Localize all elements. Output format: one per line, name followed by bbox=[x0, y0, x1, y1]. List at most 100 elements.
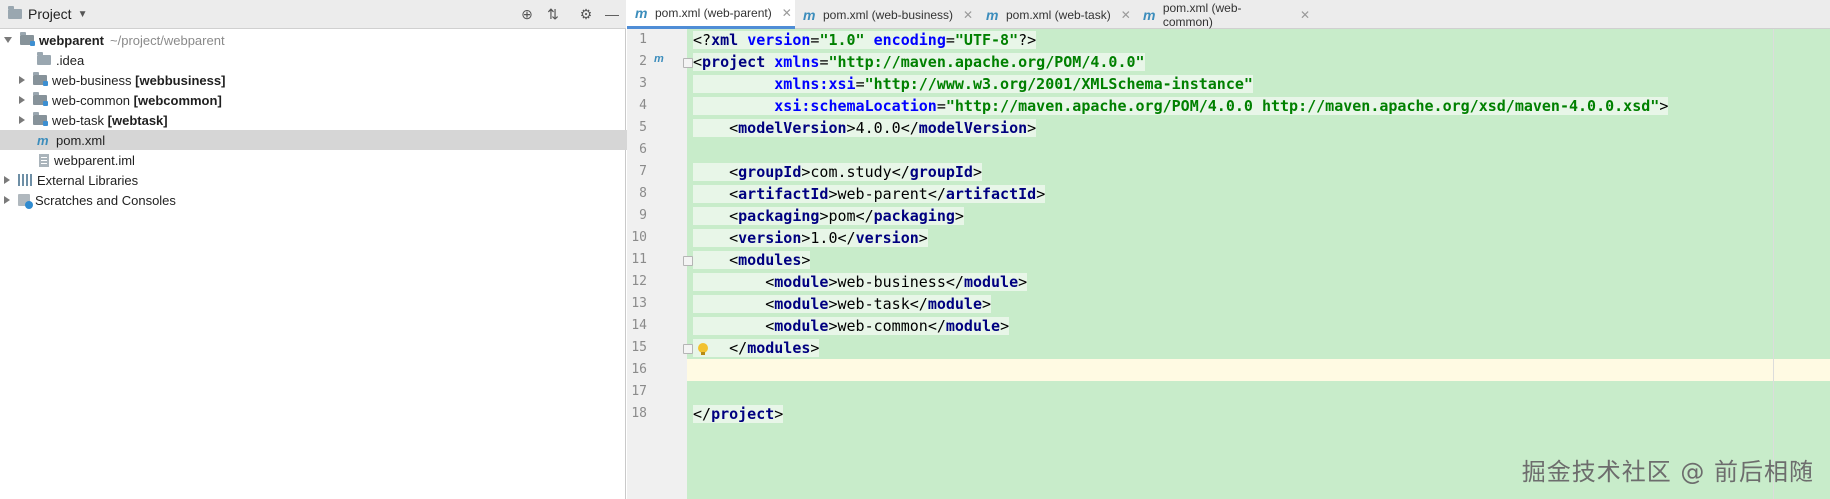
tab-pom-web-parent[interactable]: m pom.xml (web-parent) ✕ bbox=[627, 0, 795, 29]
tree-item-module: [webcommon] bbox=[133, 92, 222, 108]
locate-icon[interactable]: ⊕ bbox=[519, 6, 535, 22]
project-panel: Project ▼ ⊕ ⇅ ⚙ — webparent ~/project/we… bbox=[0, 0, 663, 499]
line-number: 16 bbox=[631, 362, 647, 377]
folder-icon bbox=[8, 6, 22, 19]
tab-label: pom.xml (web-business) bbox=[823, 7, 954, 22]
line-number: 5 bbox=[639, 120, 647, 135]
tree-item-label: .idea bbox=[56, 52, 85, 68]
collapse-all-icon[interactable]: ⇅ bbox=[545, 6, 561, 22]
tab-pom-web-common[interactable]: m pom.xml (web-common) ✕ bbox=[1135, 0, 1310, 29]
tree-item-label: pom.xml bbox=[56, 132, 106, 148]
code-line[interactable]: xsi:schemaLocation="http://maven.apache.… bbox=[693, 95, 1669, 117]
tree-item-label: web-task bbox=[52, 112, 105, 128]
module-folder-icon bbox=[33, 72, 48, 86]
tree-item-label: Scratches and Consoles bbox=[35, 192, 176, 208]
code-line[interactable]: <modules> bbox=[693, 249, 811, 271]
expand-arrow-icon[interactable] bbox=[4, 37, 12, 43]
editor-tab-bar: m pom.xml (web-parent) ✕ m pom.xml (web-… bbox=[627, 0, 1830, 29]
code-line[interactable]: <version>1.0</version> bbox=[693, 227, 928, 249]
code-line[interactable]: <module>web-common</module> bbox=[693, 315, 1010, 337]
iml-file-icon bbox=[39, 153, 49, 167]
tree-item-module: [webtask] bbox=[107, 112, 168, 128]
module-folder-icon bbox=[20, 32, 35, 46]
close-icon[interactable]: ✕ bbox=[963, 8, 973, 22]
tab-label: pom.xml (web-parent) bbox=[655, 6, 772, 20]
code-line[interactable]: <groupId>com.study</groupId> bbox=[693, 161, 982, 183]
expand-arrow-icon[interactable] bbox=[19, 76, 25, 84]
line-number: 4 bbox=[639, 98, 647, 113]
tree-item-scratches[interactable]: Scratches and Consoles bbox=[0, 190, 630, 210]
scratches-icon bbox=[18, 194, 33, 209]
line-number: 9 bbox=[639, 208, 647, 223]
tab-label: pom.xml (web-common) bbox=[1162, 0, 1242, 29]
code-line[interactable]: <packaging>pom</packaging> bbox=[693, 205, 964, 227]
code-line[interactable]: <project xmlns="http://maven.apache.org/… bbox=[693, 51, 1145, 73]
tree-item-web-business[interactable]: web-business [webbusiness] bbox=[0, 70, 645, 90]
line-number: 15 bbox=[631, 340, 647, 355]
code-line[interactable]: <?xml version="1.0" encoding="UTF-8"?> bbox=[693, 29, 1037, 51]
maven-gutter-icon[interactable]: m bbox=[654, 53, 664, 65]
chevron-down-icon: ▼ bbox=[77, 8, 88, 20]
tab-pom-web-task[interactable]: m pom.xml (web-task) ✕ bbox=[978, 0, 1135, 29]
expand-arrow-icon[interactable] bbox=[19, 116, 25, 124]
line-number: 8 bbox=[639, 186, 647, 201]
module-folder-icon bbox=[33, 112, 48, 126]
fold-marker-icon[interactable] bbox=[683, 58, 693, 68]
line-number: 3 bbox=[639, 76, 647, 91]
line-number: 13 bbox=[631, 296, 647, 311]
code-line[interactable]: <module>web-business</module> bbox=[693, 271, 1028, 293]
tree-item-label: webparent.iml bbox=[54, 152, 135, 168]
fold-marker-icon[interactable] bbox=[683, 256, 693, 266]
line-number: 6 bbox=[639, 142, 647, 157]
maven-icon: m bbox=[803, 6, 816, 23]
project-header: Project ▼ ⊕ ⇅ ⚙ — bbox=[0, 0, 626, 29]
project-view-selector[interactable]: Project ▼ bbox=[8, 6, 87, 22]
maven-icon: m bbox=[635, 5, 648, 21]
current-line-highlight bbox=[687, 359, 1830, 381]
tree-item-idea[interactable]: .idea bbox=[0, 50, 663, 70]
maven-icon: m bbox=[986, 6, 999, 23]
project-title: Project bbox=[28, 6, 72, 22]
line-number: 11 bbox=[631, 252, 647, 267]
code-line[interactable]: </modules> bbox=[693, 337, 820, 359]
close-icon[interactable]: ✕ bbox=[782, 6, 792, 20]
tree-item-label: External Libraries bbox=[37, 172, 139, 188]
code-line[interactable]: <modelVersion>4.0.0</modelVersion> bbox=[693, 117, 1037, 139]
code-editor[interactable]: 1 2 3 4 5 6 7 8 9 10 11 12 13 14 15 16 17 18 m <?xml versi… bbox=[627, 29, 1830, 499]
tree-item-label: web-business bbox=[52, 72, 132, 88]
folder-icon bbox=[37, 52, 51, 65]
close-icon[interactable]: ✕ bbox=[1121, 8, 1131, 22]
code-line[interactable]: </project> bbox=[693, 403, 784, 425]
tree-item-path: ~/project/webparent bbox=[110, 32, 225, 48]
right-margin-guide bbox=[1773, 29, 1774, 499]
tree-item-module: [webbusiness] bbox=[135, 72, 226, 88]
tree-item-webparent-iml[interactable]: webparent.iml bbox=[0, 150, 665, 170]
expand-arrow-icon[interactable] bbox=[19, 96, 25, 104]
code-line[interactable]: xmlns:xsi="http://www.w3.org/2001/XMLSch… bbox=[693, 73, 1253, 95]
expand-arrow-icon[interactable] bbox=[4, 176, 10, 184]
line-number: 1 bbox=[639, 32, 647, 47]
fold-marker-icon[interactable] bbox=[683, 344, 693, 354]
tree-item-web-task[interactable]: web-task [webtask] bbox=[0, 110, 645, 130]
tab-pom-web-business[interactable]: m pom.xml (web-business) ✕ bbox=[795, 0, 978, 29]
lightbulb-icon[interactable] bbox=[698, 343, 708, 355]
module-folder-icon bbox=[33, 92, 48, 106]
watermark: 掘金技术社区 @ 前后相随 bbox=[1521, 458, 1814, 486]
expand-arrow-icon[interactable] bbox=[4, 196, 10, 204]
hide-icon[interactable]: — bbox=[604, 6, 620, 22]
tree-item-webparent[interactable]: webparent ~/project/webparent bbox=[0, 30, 630, 50]
tree-item-label: webparent bbox=[39, 32, 105, 48]
tree-item-pom-xml[interactable]: m pom.xml bbox=[0, 130, 663, 150]
tree-item-external-libraries[interactable]: External Libraries bbox=[0, 170, 630, 190]
maven-icon: m bbox=[1143, 6, 1156, 23]
line-number: 7 bbox=[639, 164, 647, 179]
tree-item-web-common[interactable]: web-common [webcommon] bbox=[0, 90, 645, 110]
line-number: 12 bbox=[631, 274, 647, 289]
code-line[interactable]: <artifactId>web-parent</artifactId> bbox=[693, 183, 1046, 205]
library-icon bbox=[18, 174, 32, 186]
line-number: 17 bbox=[631, 384, 647, 399]
code-line[interactable]: <module>web-task</module> bbox=[693, 293, 992, 315]
gear-icon[interactable]: ⚙ bbox=[578, 6, 594, 22]
maven-icon: m bbox=[37, 132, 49, 148]
close-icon[interactable]: ✕ bbox=[1300, 8, 1310, 22]
